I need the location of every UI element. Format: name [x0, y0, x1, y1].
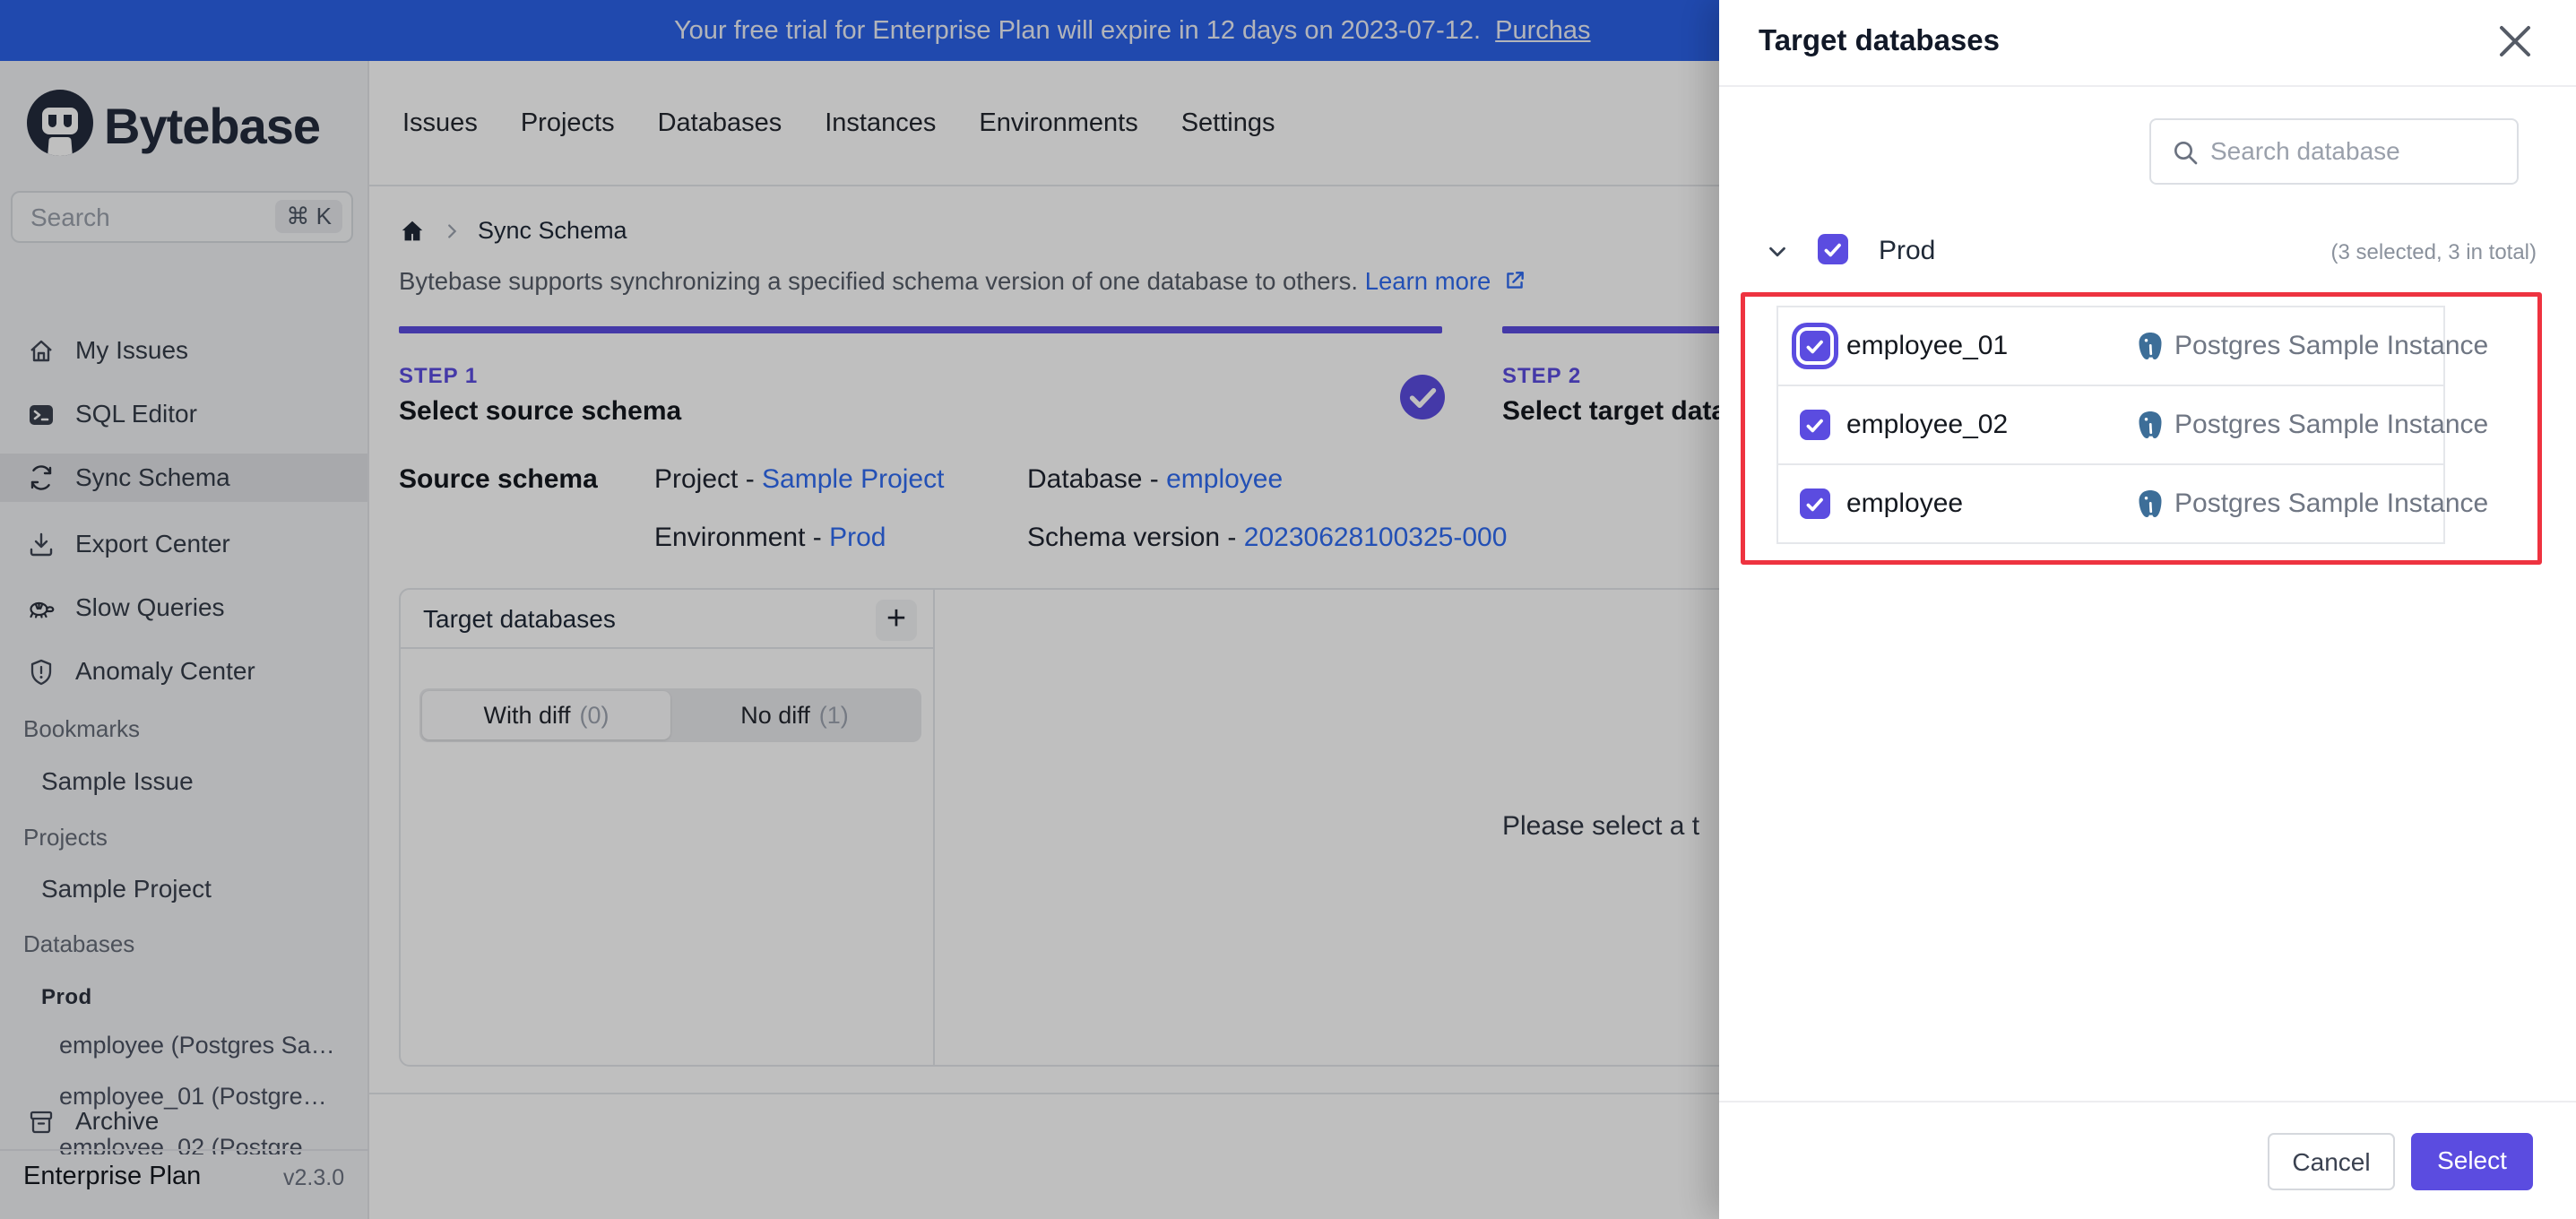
modal-overlay[interactable]	[0, 0, 1719, 1219]
select-button[interactable]: Select	[2411, 1133, 2533, 1190]
environment-group-name[interactable]: Prod	[1879, 236, 1935, 266]
drawer-footer: Cancel Select	[1719, 1101, 2576, 1219]
selection-summary: (3 selected, 3 in total)	[2330, 240, 2537, 264]
cancel-button[interactable]: Cancel	[2268, 1133, 2395, 1190]
environment-group-row: Prod (3 selected, 3 in total)	[1759, 231, 2537, 271]
drawer-header: Target databases	[1719, 0, 2576, 87]
search-icon	[2171, 138, 2200, 167]
drawer-title: Target databases	[1759, 23, 2000, 56]
database-search[interactable]	[2149, 118, 2519, 185]
bytebase-app: Your free trial for Enterprise Plan will…	[0, 0, 2576, 1219]
highlight-annotation-rectangle	[1741, 292, 2542, 565]
prod-group-checkbox[interactable]	[1818, 234, 1848, 264]
chevron-down-icon[interactable]	[1764, 238, 1791, 265]
close-icon[interactable]	[2488, 14, 2542, 68]
target-databases-drawer: Target databases Prod (3 selected, 3 in …	[1719, 0, 2576, 1219]
database-search-input[interactable]	[2209, 127, 2508, 176]
